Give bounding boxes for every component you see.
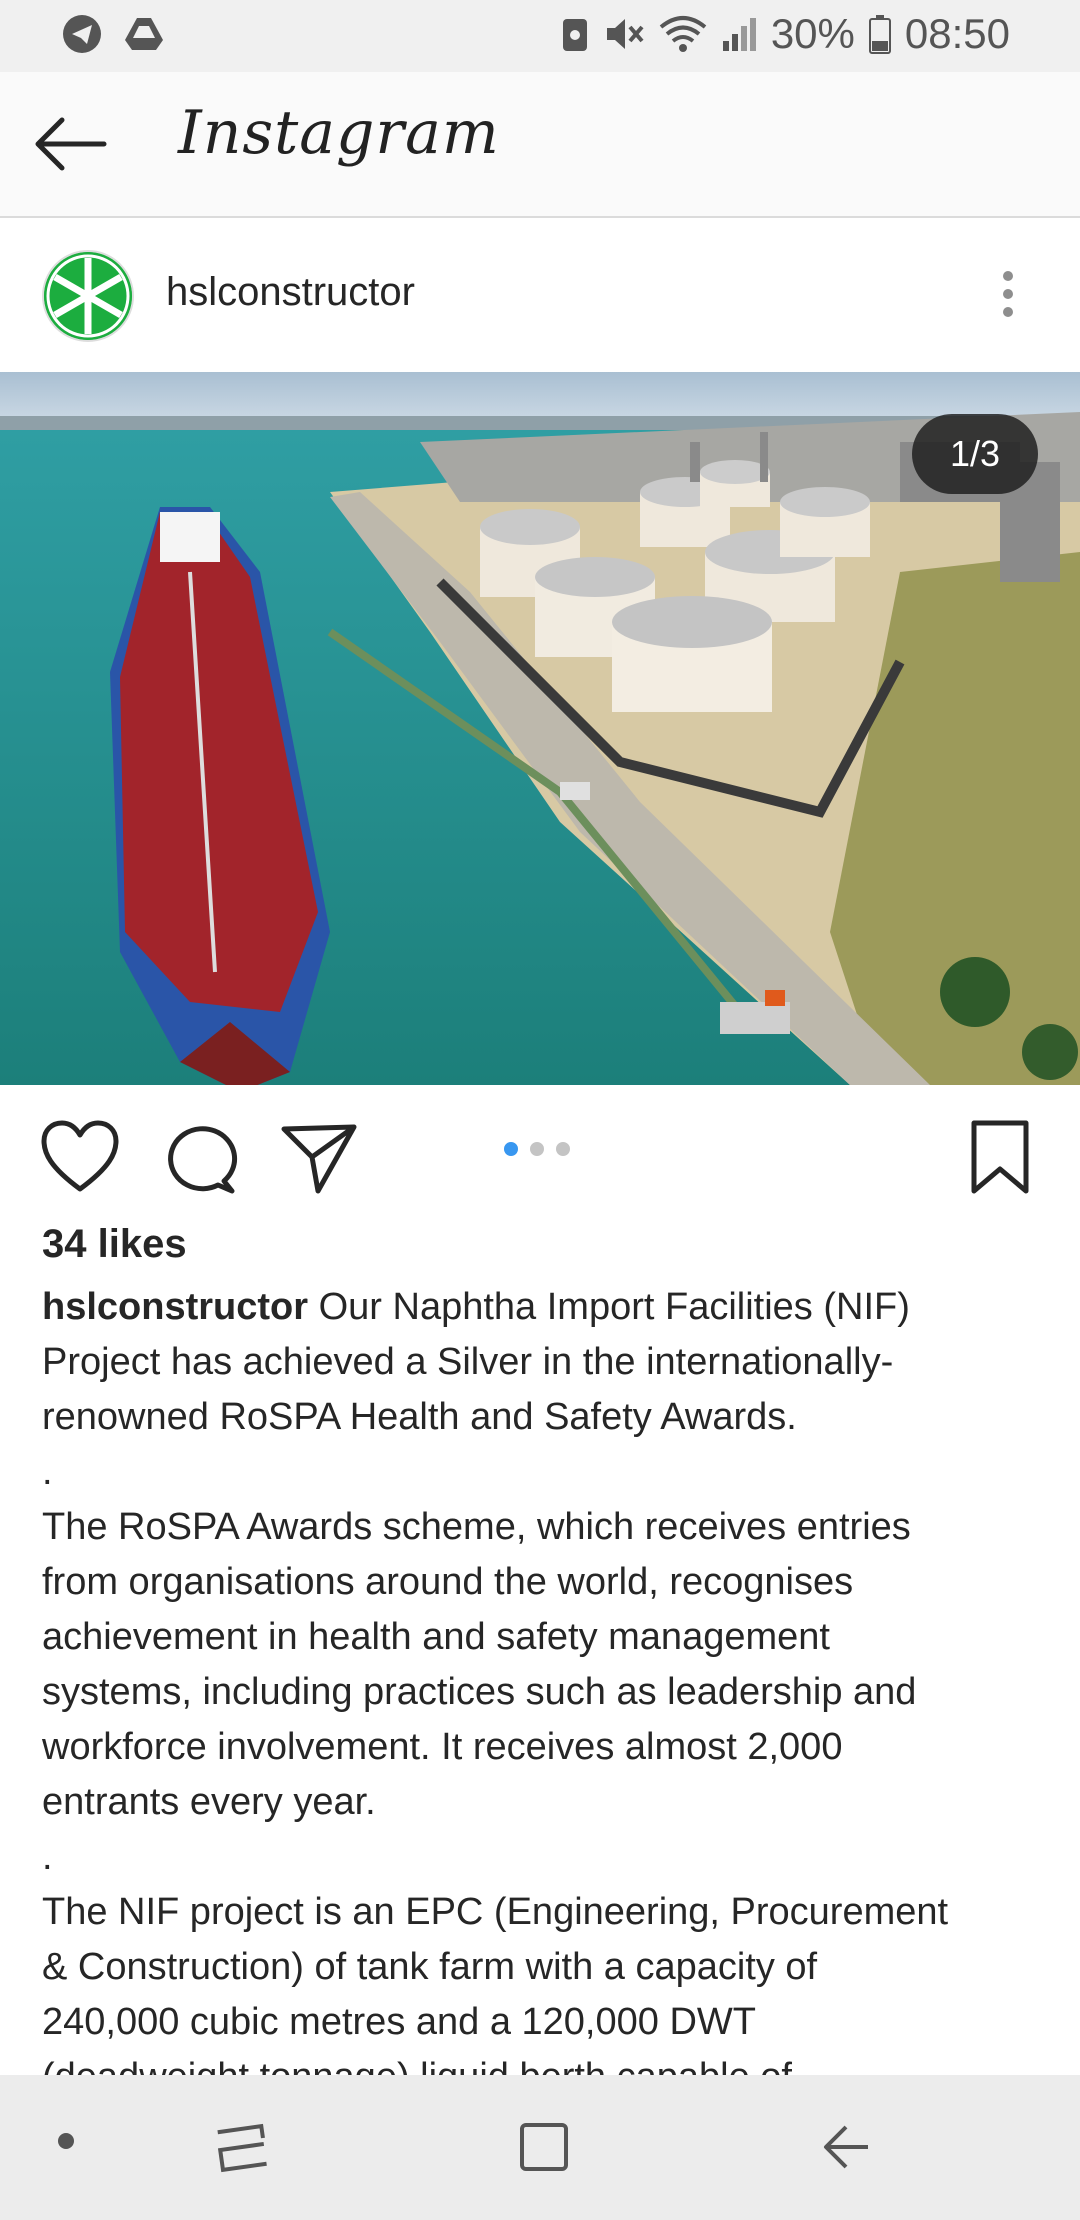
- avatar[interactable]: [42, 250, 134, 342]
- battery-icon: [868, 15, 891, 54]
- caption-username[interactable]: hslconstructor: [42, 1286, 308, 1328]
- carousel-dot: [504, 1142, 518, 1156]
- caption-line: The NIF project is an EPC (Engineering, …: [42, 1891, 949, 1933]
- signal-icon: [722, 18, 756, 51]
- caption-line: .: [42, 1836, 53, 1878]
- caption-line: 240,000 cubic metres and a 120,000 DWT: [42, 2001, 756, 2043]
- likes-count[interactable]: 34 likes: [42, 1222, 187, 1267]
- carousel-counter: 1/3: [912, 414, 1038, 494]
- caption-line: systems, including practices such as lea…: [42, 1671, 917, 1713]
- caption-line: achievement in health and safety managem…: [42, 1616, 830, 1658]
- caption-line: workforce involvement. It receives almos…: [42, 1726, 843, 1768]
- bookmark-icon[interactable]: [960, 1119, 1040, 1195]
- recent-apps-icon[interactable]: [214, 2119, 270, 2175]
- heart-icon[interactable]: [40, 1119, 120, 1195]
- comment-icon[interactable]: [160, 1119, 240, 1195]
- status-bar: 30% 08:50: [0, 0, 1080, 72]
- caption-line: entrants every year.: [42, 1781, 376, 1823]
- telegram-icon: [63, 15, 101, 53]
- caption-line: hslconstructor Our Naphtha Import Facili…: [42, 1280, 1042, 1335]
- carousel-indicator: [504, 1142, 570, 1156]
- caption-line: Project has achieved a Silver in the int…: [42, 1341, 894, 1383]
- system-nav-bar: [0, 2075, 1080, 2220]
- caption-line: renowned RoSPA Health and Safety Awards.: [42, 1396, 797, 1438]
- caption-line: .: [42, 1451, 53, 1493]
- caption-line: The RoSPA Awards scheme, which receives …: [42, 1506, 911, 1548]
- mute-icon: [606, 19, 644, 49]
- carousel-dot: [530, 1142, 544, 1156]
- post-image[interactable]: [0, 372, 1080, 1085]
- share-icon[interactable]: [280, 1119, 360, 1195]
- drive-icon: [125, 18, 163, 50]
- back-nav-icon[interactable]: [818, 2119, 874, 2175]
- post-header: hslconstructor: [0, 218, 1080, 370]
- caption-text: Our Naphtha Import Facilities (NIF): [318, 1286, 910, 1328]
- clock: 08:50: [904, 10, 1010, 57]
- home-icon[interactable]: [516, 2119, 572, 2175]
- app-bar: Instagram: [0, 72, 1080, 218]
- carousel-dot: [556, 1142, 570, 1156]
- company-logo-icon: [44, 252, 132, 340]
- post-username[interactable]: hslconstructor: [166, 270, 415, 315]
- caption-line: from organisations around the world, rec…: [42, 1561, 854, 1603]
- dot-icon[interactable]: [56, 2131, 76, 2151]
- app-title: Instagram: [178, 98, 500, 168]
- battery-percent: 30%: [770, 10, 855, 57]
- caption-line: & Construction) of tank farm with a capa…: [42, 1946, 818, 1988]
- wifi-icon: [659, 16, 707, 52]
- more-options-icon[interactable]: [988, 266, 1028, 322]
- post-caption: hslconstructor Our Naphtha Import Facili…: [42, 1280, 1042, 2105]
- notification-icon: [562, 19, 587, 51]
- back-arrow-icon[interactable]: [32, 116, 108, 172]
